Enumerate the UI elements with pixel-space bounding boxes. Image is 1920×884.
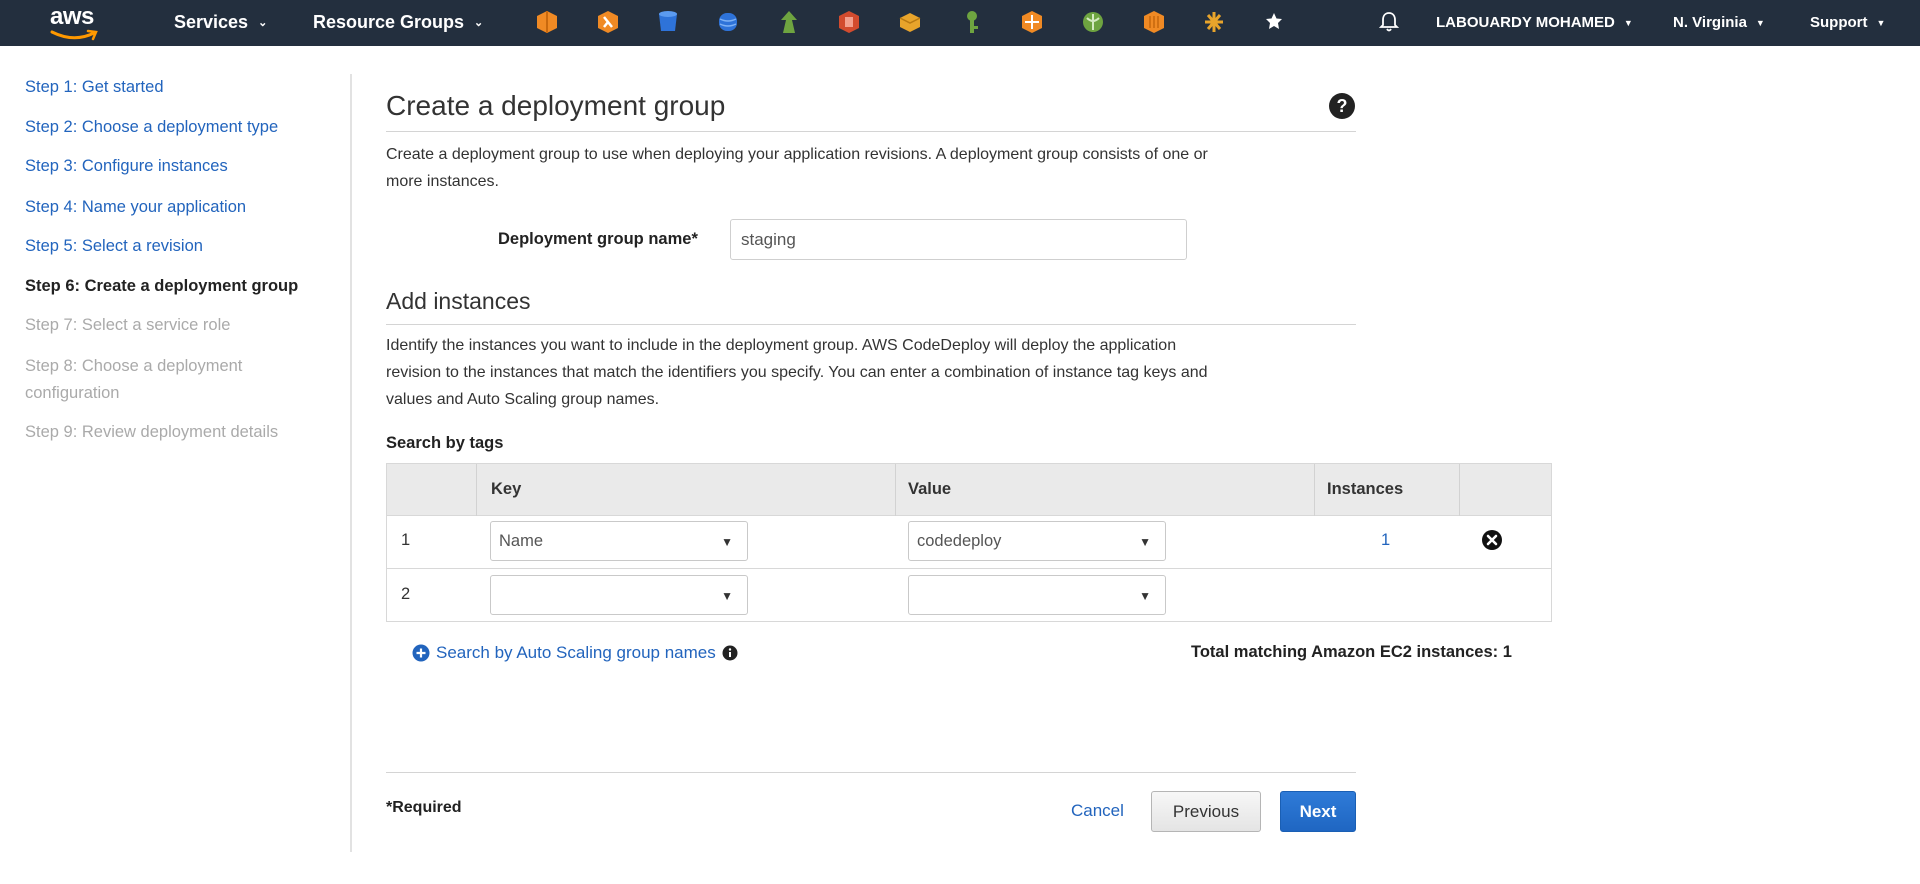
support-label: Support (1810, 14, 1868, 31)
aws-smile-icon (50, 29, 98, 41)
row-number: 2 (401, 585, 411, 603)
column-divider (895, 464, 896, 516)
intro-text-line-1: Create a deployment group to use when de… (386, 146, 1208, 163)
support-menu[interactable]: Support ▼ (1810, 14, 1885, 31)
caret-down-icon: ▼ (1876, 17, 1886, 28)
step-deployment-configuration: Step 8: Choose a deployment (25, 357, 243, 375)
table-row: 1 Name ▼ codedeploy ▼ 1 (387, 516, 1551, 569)
instances-text-line-3: values and Auto Scaling group names. (386, 391, 660, 408)
total-matching-instances: Total matching Amazon EC2 instances: 1 (1191, 643, 1512, 661)
step-get-started-link[interactable]: Step 1: Get started (25, 74, 164, 100)
rds-icon[interactable] (717, 10, 739, 34)
tag-key-select[interactable]: ▼ (490, 575, 748, 615)
step-create-deployment-group-current: Step 6: Create a deployment group (25, 277, 299, 295)
remove-row-icon[interactable] (1481, 529, 1503, 551)
search-by-asg-link[interactable]: Search by Auto Scaling group names (412, 643, 738, 663)
add-instances-heading: Add instances (386, 288, 531, 314)
ec2-icon[interactable] (536, 10, 558, 34)
account-menu[interactable]: LABOUARDY MOHAMED ▼ (1436, 14, 1633, 31)
sidebar-divider (350, 74, 352, 852)
caret-down-icon: ▼ (721, 589, 733, 603)
instances-text-line-1: Identify the instances you want to inclu… (386, 337, 1177, 354)
step-select-revision-link[interactable]: Step 5: Select a revision (25, 233, 203, 259)
footer-divider (386, 772, 1356, 773)
chevron-down-icon: ⌄ (258, 17, 268, 29)
tag-key-value: Name (499, 532, 544, 550)
sns-icon[interactable] (1203, 10, 1225, 34)
column-divider (1459, 464, 1460, 516)
cloudwatch-icon[interactable] (778, 10, 800, 34)
column-header-key: Key (491, 480, 522, 498)
chevron-down-icon: ⌄ (474, 17, 484, 29)
svg-text:?: ? (1337, 96, 1348, 116)
step-configure-instances-link[interactable]: Step 3: Configure instances (25, 153, 228, 179)
step-deployment-type-link[interactable]: Step 2: Choose a deployment type (25, 114, 278, 140)
api-gateway-icon[interactable] (1021, 10, 1043, 34)
intro-text-line-2: more instances. (386, 173, 499, 190)
top-navigation-bar: aws Services ⌄ Resource Groups ⌄ LABOUAR… (0, 0, 1920, 46)
aws-logo-text: aws (50, 3, 94, 30)
step-review-details: Step 9: Review deployment details (25, 423, 279, 441)
resource-groups-label: Resource Groups (313, 12, 465, 32)
deployment-group-name-label: Deployment group name* (498, 230, 698, 248)
tag-value-select[interactable]: codedeploy ▼ (908, 521, 1166, 561)
step-service-role: Step 7: Select a service role (25, 316, 231, 334)
resource-groups-menu[interactable]: Resource Groups ⌄ (313, 12, 483, 33)
deployment-group-name-input[interactable]: staging (730, 219, 1187, 260)
cloudformation-icon[interactable] (899, 10, 921, 34)
caret-down-icon: ▼ (1755, 17, 1765, 28)
instances-count-link[interactable]: 1 (1381, 531, 1390, 550)
step-deployment-configuration-cont: configuration (25, 384, 120, 402)
region-label: N. Virginia (1673, 14, 1747, 31)
user-name-label: LABOUARDY MOHAMED (1436, 14, 1615, 31)
cancel-link[interactable]: Cancel (1071, 801, 1124, 821)
help-icon[interactable]: ? (1328, 92, 1356, 120)
tag-key-select[interactable]: Name ▼ (490, 521, 748, 561)
services-menu[interactable]: Services ⌄ (174, 12, 267, 33)
bell-icon[interactable] (1378, 10, 1400, 34)
tags-table: Key Value Instances 1 Name ▼ codedeploy … (386, 463, 1552, 622)
instances-text-line-2: revision to the instances that match the… (386, 364, 1208, 381)
services-label: Services (174, 12, 249, 32)
column-divider (1314, 464, 1315, 516)
column-header-instances: Instances (1327, 480, 1404, 498)
tag-value-value: codedeploy (917, 532, 1002, 550)
lambda-icon[interactable] (597, 10, 619, 34)
ecs-icon[interactable] (1143, 10, 1165, 34)
table-header: Key Value Instances (387, 464, 1551, 516)
title-divider (386, 131, 1356, 132)
step-name-application-link[interactable]: Step 4: Name your application (25, 194, 246, 220)
search-by-tags-label: Search by tags (386, 434, 504, 452)
add-instances-divider (386, 324, 1356, 325)
page-title: Create a deployment group (386, 90, 726, 121)
elastic-beanstalk-icon[interactable] (1082, 10, 1104, 34)
previous-button[interactable]: Previous (1151, 791, 1261, 832)
next-button[interactable]: Next (1280, 791, 1356, 832)
column-header-value: Value (908, 480, 952, 498)
required-note: *Required (386, 799, 462, 816)
aws-logo[interactable]: aws (46, 3, 104, 41)
caret-down-icon: ▼ (1139, 589, 1151, 603)
caret-down-icon: ▼ (1623, 17, 1633, 28)
search-by-asg-label: Search by Auto Scaling group names (436, 643, 716, 662)
iam-icon[interactable] (961, 10, 983, 34)
info-icon[interactable] (722, 645, 738, 661)
tag-value-select[interactable]: ▼ (908, 575, 1166, 615)
pin-icon[interactable] (1263, 10, 1285, 34)
caret-down-icon: ▼ (1139, 535, 1151, 549)
row-number: 1 (401, 531, 411, 549)
s3-icon[interactable] (657, 10, 679, 34)
table-row: 2 ▼ ▼ (387, 569, 1551, 622)
codedeploy-icon[interactable] (838, 10, 860, 34)
caret-down-icon: ▼ (721, 535, 733, 549)
region-menu[interactable]: N. Virginia ▼ (1673, 14, 1765, 31)
column-divider (476, 464, 477, 516)
add-circle-icon (412, 644, 430, 662)
